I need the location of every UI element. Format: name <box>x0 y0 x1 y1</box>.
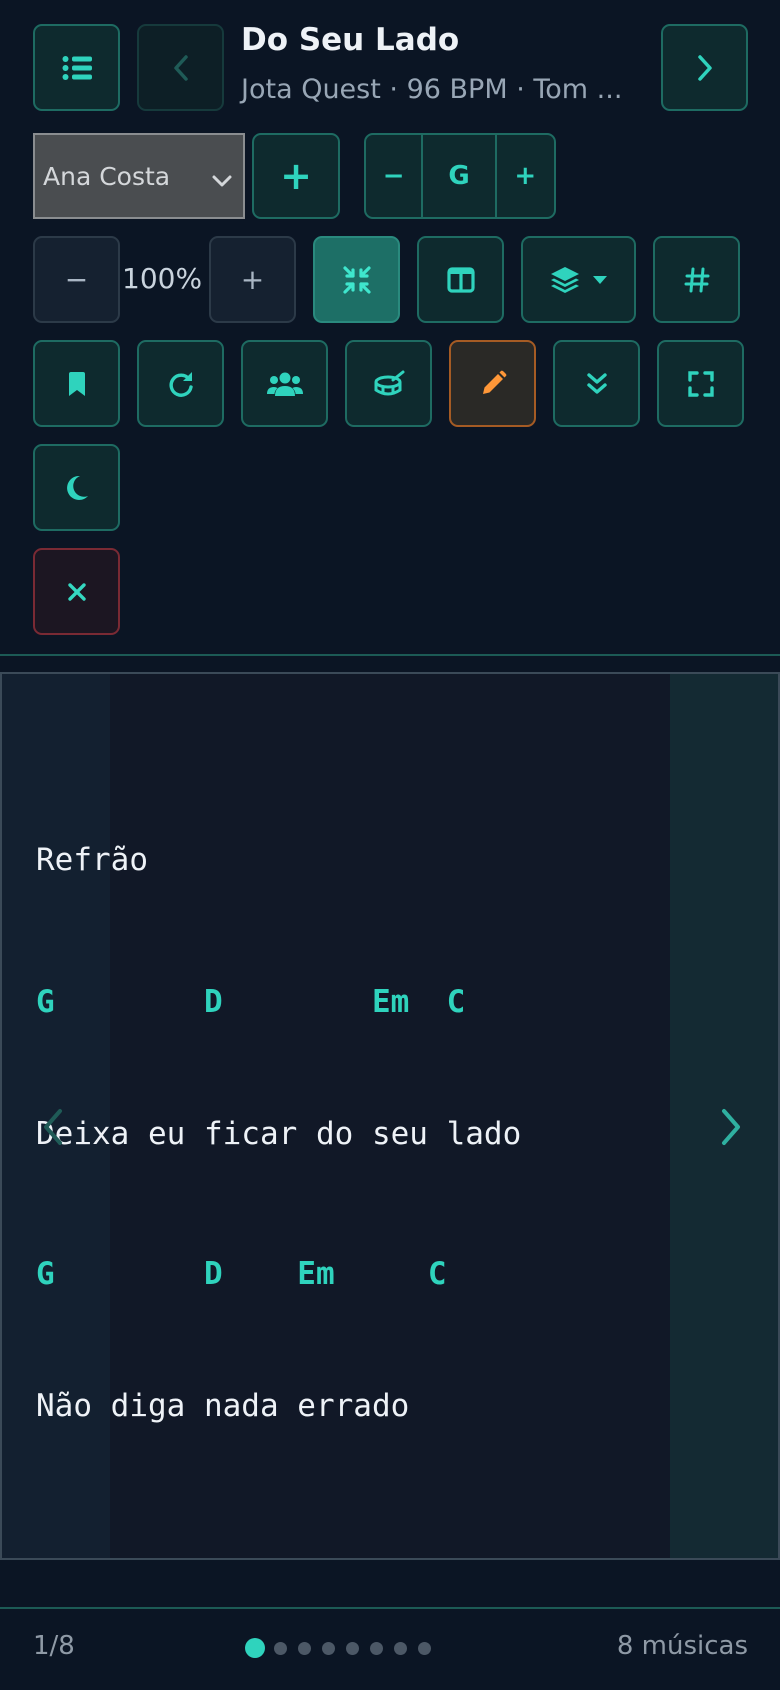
song-count: 8 músicas <box>616 1631 748 1661</box>
lyric-line: Não diga nada errado <box>36 1388 410 1424</box>
band-button[interactable] <box>241 340 328 427</box>
chord-line: G D Em C <box>36 1256 447 1292</box>
chevron-right-icon <box>696 54 714 82</box>
metronome-button[interactable] <box>345 340 432 427</box>
reload-button[interactable] <box>137 340 224 427</box>
chevron-right-icon[interactable] <box>720 1108 742 1150</box>
chevron-left-icon <box>172 54 190 82</box>
page-dots <box>245 1638 442 1658</box>
fullscreen-button[interactable] <box>657 340 744 427</box>
layers-dropdown-button[interactable] <box>521 236 636 323</box>
lyric-line: Deixa eu ficar do seu lado <box>36 1116 522 1152</box>
footer-divider <box>0 1607 780 1609</box>
list-icon <box>62 55 92 81</box>
double-chevron-down-icon <box>585 371 609 397</box>
page-indicator: 1/8 <box>33 1631 75 1661</box>
add-button-label: + <box>280 154 312 198</box>
close-icon <box>67 582 87 602</box>
toolbar-divider <box>0 654 780 656</box>
users-icon <box>266 371 303 397</box>
expand-icon <box>687 370 714 397</box>
current-key: G <box>421 135 494 217</box>
page-dot[interactable] <box>418 1641 431 1655</box>
moon-icon <box>64 474 90 502</box>
chord-line: G D Em C <box>36 984 466 1020</box>
zoom-out-label: − <box>64 263 89 296</box>
hash-icon <box>684 267 710 293</box>
page-dot[interactable] <box>245 1638 265 1658</box>
chord-numbers-button[interactable] <box>653 236 740 323</box>
transpose-down-button[interactable]: − <box>366 135 421 217</box>
zoom-level: 100% <box>122 262 203 295</box>
redo-icon <box>167 370 195 398</box>
setlist-button[interactable] <box>33 24 120 111</box>
caret-down-icon <box>592 275 608 285</box>
page-dot[interactable] <box>322 1641 335 1655</box>
song-subtitle: Jota Quest · 96 BPM · Tom ... <box>241 74 623 105</box>
page-dot[interactable] <box>346 1641 359 1655</box>
columns-icon <box>446 266 475 293</box>
page-dot[interactable] <box>394 1641 407 1655</box>
layers-icon <box>550 266 580 294</box>
bookmark-button[interactable] <box>33 340 120 427</box>
zoom-out-button[interactable]: − <box>33 236 120 323</box>
columns-button[interactable] <box>417 236 504 323</box>
autoscroll-button[interactable] <box>553 340 640 427</box>
next-song-button[interactable] <box>661 24 748 111</box>
song-sheet: Refrão G D Em C Deixa eu ficar do seu la… <box>0 672 780 1560</box>
drum-icon <box>373 370 405 398</box>
song-title: Do Seu Lado <box>241 22 460 58</box>
page-dot[interactable] <box>370 1641 383 1655</box>
transpose-up-button[interactable]: + <box>494 135 554 217</box>
add-musician-button[interactable]: + <box>252 133 340 219</box>
section-heading: Refrão <box>36 842 148 878</box>
bookmark-icon <box>67 371 87 397</box>
edit-button[interactable] <box>449 340 536 427</box>
zoom-in-label: + <box>240 263 265 296</box>
compact-view-button[interactable] <box>313 236 400 323</box>
pencil-icon <box>479 370 507 398</box>
compress-icon <box>342 265 372 295</box>
chord-sheet: Refrão G D Em C Deixa eu ficar do seu la… <box>36 750 521 1524</box>
chevron-down-icon <box>211 165 233 194</box>
musician-select-value: Ana Costa <box>43 161 171 191</box>
chevron-left-icon[interactable] <box>42 1108 64 1150</box>
close-button[interactable] <box>33 548 120 635</box>
night-mode-button[interactable] <box>33 444 120 531</box>
musician-select[interactable]: Ana Costa <box>33 133 245 219</box>
transpose-control: − G + <box>364 133 556 219</box>
page-dot[interactable] <box>298 1641 311 1655</box>
page-dot[interactable] <box>274 1641 287 1655</box>
prev-song-button[interactable] <box>137 24 224 111</box>
zoom-in-button[interactable]: + <box>209 236 296 323</box>
